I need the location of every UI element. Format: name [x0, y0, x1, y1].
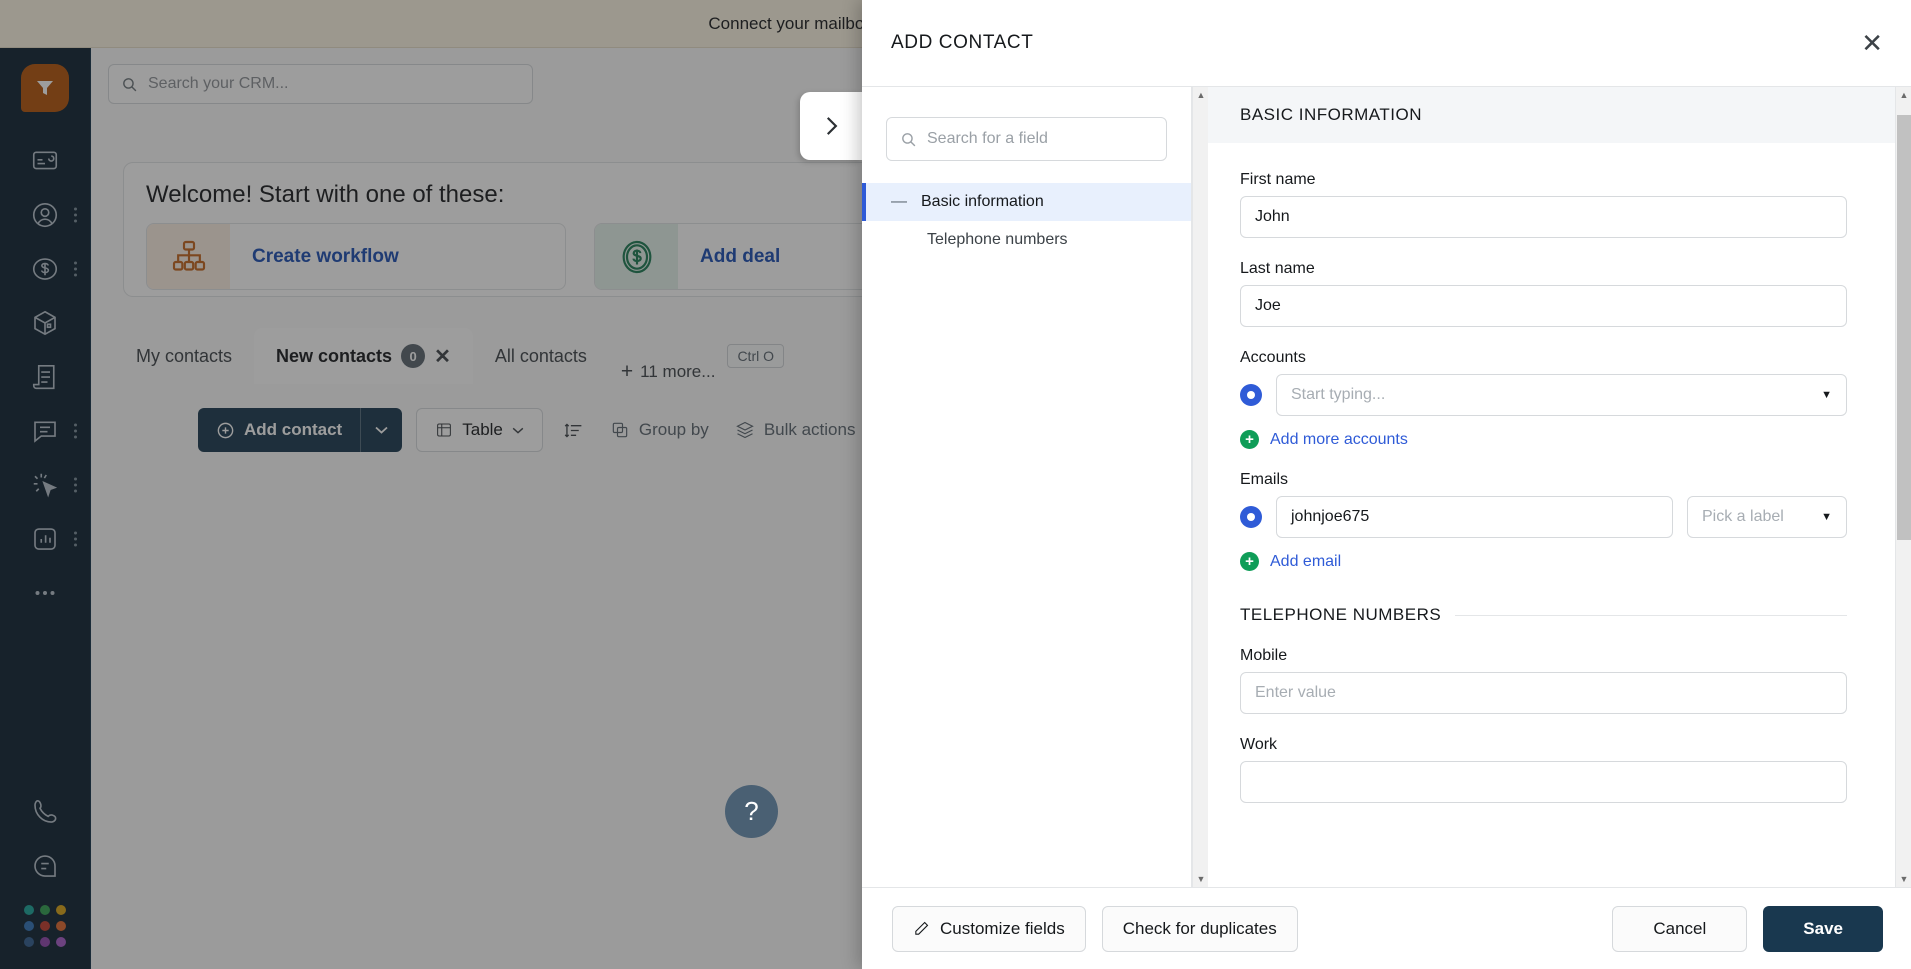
- pencil-icon: [913, 920, 930, 937]
- add-email-link[interactable]: + Add email: [1240, 552, 1847, 571]
- email-primary-radio[interactable]: [1240, 506, 1262, 528]
- scrollbar-thumb[interactable]: [1897, 115, 1911, 540]
- field-work: Work: [1240, 736, 1847, 803]
- email-label-select[interactable]: Pick a label ▼: [1687, 496, 1847, 538]
- field-label: First name: [1240, 171, 1847, 189]
- section-divider-line: [1455, 615, 1847, 616]
- scroll-up-icon[interactable]: ▲: [1193, 87, 1209, 103]
- field-label: Accounts: [1240, 349, 1847, 367]
- field-emails: Emails johnjoe675 Pick a label ▼ + Add e…: [1240, 471, 1847, 571]
- chevron-right-icon: [818, 113, 844, 139]
- field-search-placeholder: Search for a field: [927, 130, 1048, 148]
- add-more-accounts-link[interactable]: + Add more accounts: [1240, 430, 1847, 449]
- accounts-select[interactable]: Start typing... ▼: [1276, 374, 1847, 416]
- first-name-input[interactable]: John: [1240, 196, 1847, 238]
- save-button[interactable]: Save: [1763, 906, 1883, 952]
- field-label: Mobile: [1240, 647, 1847, 665]
- field-nav-item-basic-information[interactable]: — Basic information: [862, 183, 1191, 221]
- section-heading-basic-information: BASIC INFORMATION: [1208, 87, 1895, 143]
- scroll-down-icon[interactable]: ▼: [1896, 871, 1911, 887]
- field-label: Work: [1240, 736, 1847, 754]
- modal-title: ADD CONTACT: [891, 32, 1033, 54]
- section-heading-label: TELEPHONE NUMBERS: [1240, 605, 1441, 625]
- help-button[interactable]: ?: [725, 785, 778, 838]
- modal-body: Search for a field — Basic information T…: [862, 87, 1911, 887]
- field-search-input[interactable]: Search for a field: [886, 117, 1167, 161]
- form-scrollbar[interactable]: ▲ ▼: [1895, 87, 1911, 887]
- add-more-accounts-label: Add more accounts: [1270, 431, 1408, 449]
- save-label: Save: [1803, 919, 1843, 939]
- check-duplicates-label: Check for duplicates: [1123, 919, 1277, 939]
- app-background: Connect your mailbox to improve delivera…: [0, 0, 862, 969]
- field-navigation-panel: Search for a field — Basic information T…: [862, 87, 1192, 887]
- accounts-primary-radio[interactable]: [1240, 384, 1262, 406]
- field-first-name: First name John: [1240, 171, 1847, 238]
- chevron-down-icon: ▼: [1821, 389, 1832, 401]
- field-nav-scrollbar[interactable]: ▲ ▼: [1192, 87, 1208, 887]
- email-label-placeholder: Pick a label: [1702, 508, 1784, 526]
- cancel-button[interactable]: Cancel: [1612, 906, 1747, 952]
- last-name-input[interactable]: Joe: [1240, 285, 1847, 327]
- modal-header: ADD CONTACT ✕: [862, 0, 1911, 87]
- field-nav-label: Telephone numbers: [927, 231, 1068, 249]
- field-nav-item-telephone-numbers[interactable]: Telephone numbers: [862, 221, 1191, 259]
- mobile-input[interactable]: Enter value: [1240, 672, 1847, 714]
- work-input[interactable]: [1240, 761, 1847, 803]
- close-icon[interactable]: ✕: [1861, 30, 1883, 56]
- contact-form: BASIC INFORMATION First name John Last n…: [1208, 87, 1895, 887]
- search-icon: [900, 131, 917, 148]
- accounts-placeholder: Start typing...: [1291, 386, 1385, 404]
- field-last-name: Last name Joe: [1240, 260, 1847, 327]
- customize-fields-button[interactable]: Customize fields: [892, 906, 1086, 952]
- help-glyph: ?: [744, 796, 758, 827]
- form-scroll-region: First name John Last name Joe Accounts S…: [1208, 143, 1895, 887]
- collapse-dash-icon: —: [891, 193, 907, 211]
- scroll-up-icon[interactable]: ▲: [1896, 87, 1911, 103]
- expand-panel-button[interactable]: [800, 92, 862, 160]
- field-mobile: Mobile Enter value: [1240, 647, 1847, 714]
- check-duplicates-button[interactable]: Check for duplicates: [1102, 906, 1298, 952]
- section-heading-telephone-numbers: TELEPHONE NUMBERS: [1240, 605, 1847, 625]
- field-label: Last name: [1240, 260, 1847, 278]
- field-nav-label: Basic information: [921, 193, 1044, 211]
- add-email-label: Add email: [1270, 553, 1341, 571]
- modal-footer: Customize fields Check for duplicates Ca…: [862, 887, 1911, 969]
- customize-fields-label: Customize fields: [940, 919, 1065, 939]
- email-input[interactable]: johnjoe675: [1276, 496, 1673, 538]
- chevron-down-icon: ▼: [1821, 511, 1832, 523]
- cancel-label: Cancel: [1653, 919, 1706, 939]
- plus-icon: +: [1240, 552, 1259, 571]
- field-label: Emails: [1240, 471, 1847, 489]
- plus-icon: +: [1240, 430, 1259, 449]
- field-accounts: Accounts Start typing... ▼ + Add more ac…: [1240, 349, 1847, 449]
- add-contact-modal: ADD CONTACT ✕ Search for a field — Basic…: [862, 0, 1911, 969]
- scroll-down-icon[interactable]: ▼: [1193, 871, 1209, 887]
